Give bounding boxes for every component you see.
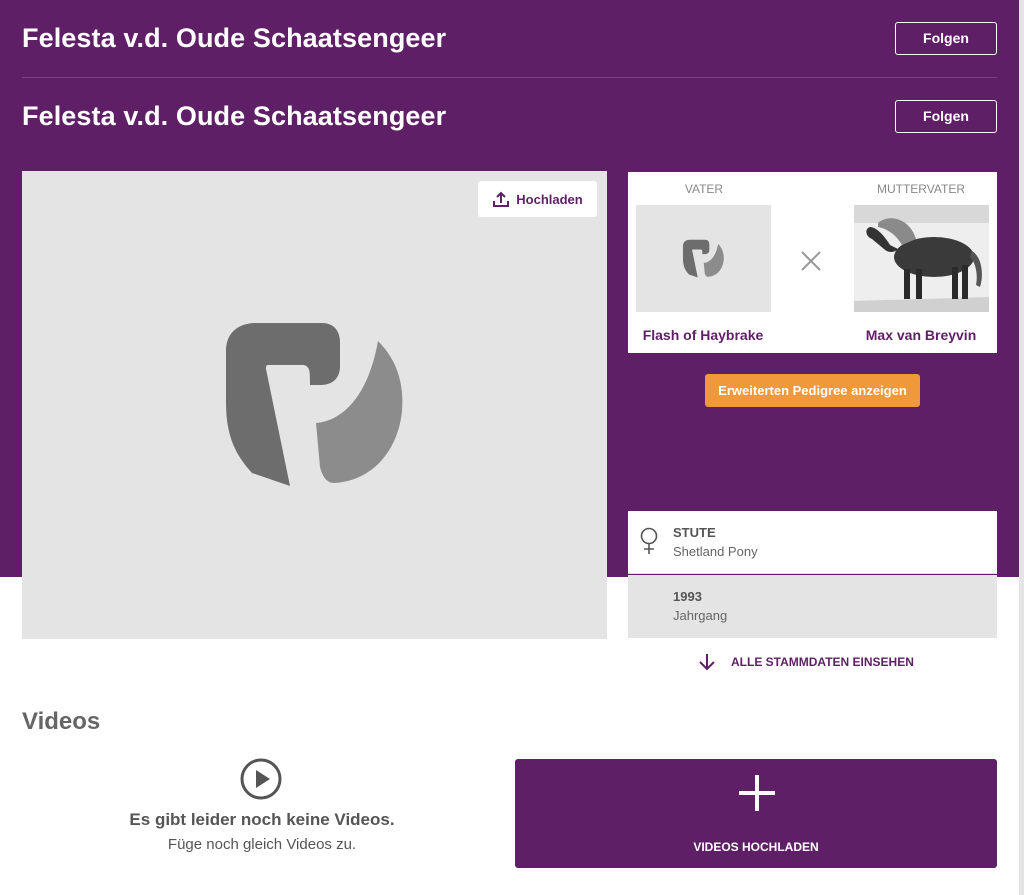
plus-icon [739, 775, 775, 811]
gender-value: STUTE [673, 525, 716, 540]
upload-videos-button[interactable]: VIDEOS HOCHLADEN [515, 759, 997, 868]
father-label: VATER [684, 182, 724, 196]
gender-breed-card: STUTE Shetland Pony [628, 511, 997, 574]
year-value: 1993 [673, 589, 702, 604]
pony-photo-icon [854, 205, 989, 312]
upload-icon [493, 191, 510, 207]
follow-button[interactable]: Folgen [895, 99, 997, 133]
page-title: Felesta v.d. Oude Schaatsengeer [22, 100, 447, 131]
father-photo-placeholder[interactable] [636, 205, 771, 312]
header-divider [22, 77, 997, 78]
upload-photo-button[interactable]: Hochladen [478, 181, 597, 217]
play-circle-icon [240, 758, 282, 800]
videos-section-title: Videos [22, 708, 101, 735]
mother-father-label: MUTTERVATER [876, 182, 965, 196]
no-videos-message: Es gibt leider noch keine Videos. [129, 810, 395, 829]
upload-videos-label: VIDEOS HOCHLADEN [693, 840, 819, 854]
extended-pedigree-button[interactable]: Erweiterten Pedigree anzeigen [705, 374, 920, 407]
horse-photo-placeholder: Hochladen [22, 171, 607, 639]
pedigree-card: VATER MUTTERVATER Flash of Haybrake Max … [628, 172, 997, 353]
horse-name-sticky: Felesta v.d. Oude Schaatsengeer [22, 22, 447, 53]
cross-icon [801, 251, 821, 271]
page-header: Felesta v.d. Oude Schaatsengeer Folgen [22, 86, 997, 146]
year-label: Jahrgang [673, 608, 728, 623]
upload-photo-label: Hochladen [516, 191, 583, 207]
all-master-data-link[interactable]: ALLE STAMMDATEN EINSEHEN [697, 652, 914, 672]
all-master-data-label: ALLE STAMMDATEN EINSEHEN [731, 655, 914, 669]
brand-logo-icon [226, 323, 403, 486]
mother-father-name-link[interactable]: Max van Breyvin [846, 327, 996, 343]
follow-button-sticky[interactable]: Folgen [895, 21, 997, 55]
arrow-down-icon [699, 654, 715, 671]
brand-logo-icon [682, 239, 724, 278]
sticky-header: Felesta v.d. Oude Schaatsengeer Folgen [22, 8, 997, 68]
year-card: 1993 Jahrgang [628, 575, 997, 638]
father-name-link[interactable]: Flash of Haybrake [628, 327, 778, 343]
scrollbar-track[interactable] [1019, 0, 1024, 895]
no-videos-hint: Füge noch gleich Videos zu. [167, 836, 357, 853]
mother-father-photo[interactable] [854, 205, 989, 312]
breed-value: Shetland Pony [673, 544, 758, 559]
female-icon [640, 527, 658, 554]
